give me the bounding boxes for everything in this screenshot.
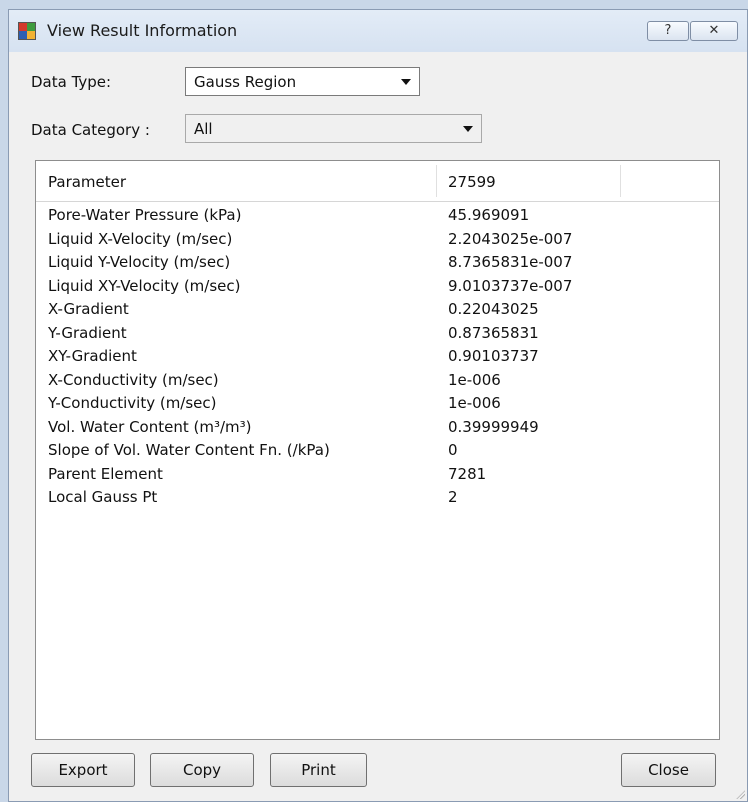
- parameter-cell: Pore-Water Pressure (kPa): [48, 206, 242, 224]
- print-button[interactable]: Print: [270, 753, 367, 787]
- copy-button[interactable]: Copy: [150, 753, 254, 787]
- value-cell: 7281: [448, 464, 487, 483]
- table-row[interactable]: Liquid X-Velocity (m/sec) 2.2043025e-007: [36, 227, 719, 251]
- value-cell: 2.2043025e-007: [448, 229, 573, 248]
- title-bar[interactable]: View Result Information ? ✕: [9, 10, 747, 52]
- value-cell: 1e-006: [448, 394, 501, 412]
- data-type-select[interactable]: Gauss Region: [185, 67, 420, 96]
- data-category-select[interactable]: All: [185, 114, 482, 143]
- table-row[interactable]: Vol. Water Content (m³/m³) 0.39999949: [36, 415, 719, 439]
- parameter-cell: Liquid XY-Velocity (m/sec): [48, 276, 241, 295]
- window-title: View Result Information: [47, 21, 238, 40]
- table-row[interactable]: Local Gauss Pt 2: [36, 485, 719, 509]
- data-type-label: Data Type:: [31, 73, 112, 91]
- parameter-cell: Parent Element: [48, 464, 163, 483]
- resize-grip-icon[interactable]: [735, 789, 745, 799]
- chevron-down-icon: [401, 79, 411, 85]
- table-row[interactable]: X-Conductivity (m/sec) 1e-006: [36, 368, 719, 392]
- table-row[interactable]: Liquid XY-Velocity (m/sec) 9.0103737e-007: [36, 274, 719, 298]
- table-row[interactable]: X-Gradient 0.22043025: [36, 297, 719, 321]
- value-cell: 0.39999949: [448, 417, 539, 436]
- export-button[interactable]: Export: [31, 753, 135, 787]
- view-result-dialog: View Result Information ? ✕ Data Type: G…: [8, 9, 748, 802]
- value-cell: 0.22043025: [448, 300, 539, 318]
- value-cell: 0.87365831: [448, 323, 539, 342]
- table-row[interactable]: Parent Element 7281: [36, 462, 719, 486]
- result-table[interactable]: Parameter 27599 Pore-Water Pressure (kPa…: [35, 160, 720, 740]
- value-cell: 1e-006: [448, 370, 501, 389]
- value-cell: 45.969091: [448, 206, 530, 224]
- column-divider[interactable]: [620, 165, 621, 197]
- help-button[interactable]: ?: [647, 21, 689, 41]
- value-cell: 0.90103737: [448, 347, 539, 365]
- table-header: Parameter 27599: [36, 161, 719, 202]
- table-row[interactable]: Y-Conductivity (m/sec) 1e-006: [36, 391, 719, 415]
- value-cell: 0: [448, 441, 458, 459]
- parameter-cell: Liquid X-Velocity (m/sec): [48, 229, 233, 248]
- parameter-cell: Liquid Y-Velocity (m/sec): [48, 253, 231, 271]
- column-header-value[interactable]: 27599: [448, 173, 496, 191]
- value-cell: 8.7365831e-007: [448, 253, 573, 271]
- value-cell: 2: [448, 488, 458, 506]
- table-row[interactable]: Pore-Water Pressure (kPa) 45.969091: [36, 203, 719, 227]
- column-header-parameter[interactable]: Parameter: [48, 173, 126, 191]
- table-row[interactable]: Liquid Y-Velocity (m/sec) 8.7365831e-007: [36, 250, 719, 274]
- parameter-cell: X-Gradient: [48, 300, 129, 318]
- parameter-cell: Local Gauss Pt: [48, 488, 158, 506]
- close-button[interactable]: Close: [621, 753, 716, 787]
- chevron-down-icon: [463, 126, 473, 132]
- parameter-cell: Slope of Vol. Water Content Fn. (/kPa): [48, 441, 330, 459]
- parameter-cell: Vol. Water Content (m³/m³): [48, 417, 252, 436]
- table-body: Pore-Water Pressure (kPa) 45.969091 Liquid…: [36, 203, 719, 509]
- data-type-value: Gauss Region: [194, 73, 297, 91]
- table-row[interactable]: Slope of Vol. Water Content Fn. (/kPa) 0: [36, 438, 719, 462]
- table-row[interactable]: Y-Gradient 0.87365831: [36, 321, 719, 345]
- table-row[interactable]: XY-Gradient 0.90103737: [36, 344, 719, 368]
- parameter-cell: XY-Gradient: [48, 347, 137, 365]
- value-cell: 9.0103737e-007: [448, 276, 573, 295]
- parameter-cell: X-Conductivity (m/sec): [48, 370, 219, 389]
- parameter-cell: Y-Conductivity (m/sec): [48, 394, 217, 412]
- app-grid-icon: [18, 22, 36, 40]
- data-category-value: All: [194, 120, 213, 138]
- window-close-button[interactable]: ✕: [690, 21, 738, 41]
- data-category-label: Data Category :: [31, 121, 150, 139]
- parameter-cell: Y-Gradient: [48, 323, 127, 342]
- column-divider[interactable]: [436, 165, 437, 197]
